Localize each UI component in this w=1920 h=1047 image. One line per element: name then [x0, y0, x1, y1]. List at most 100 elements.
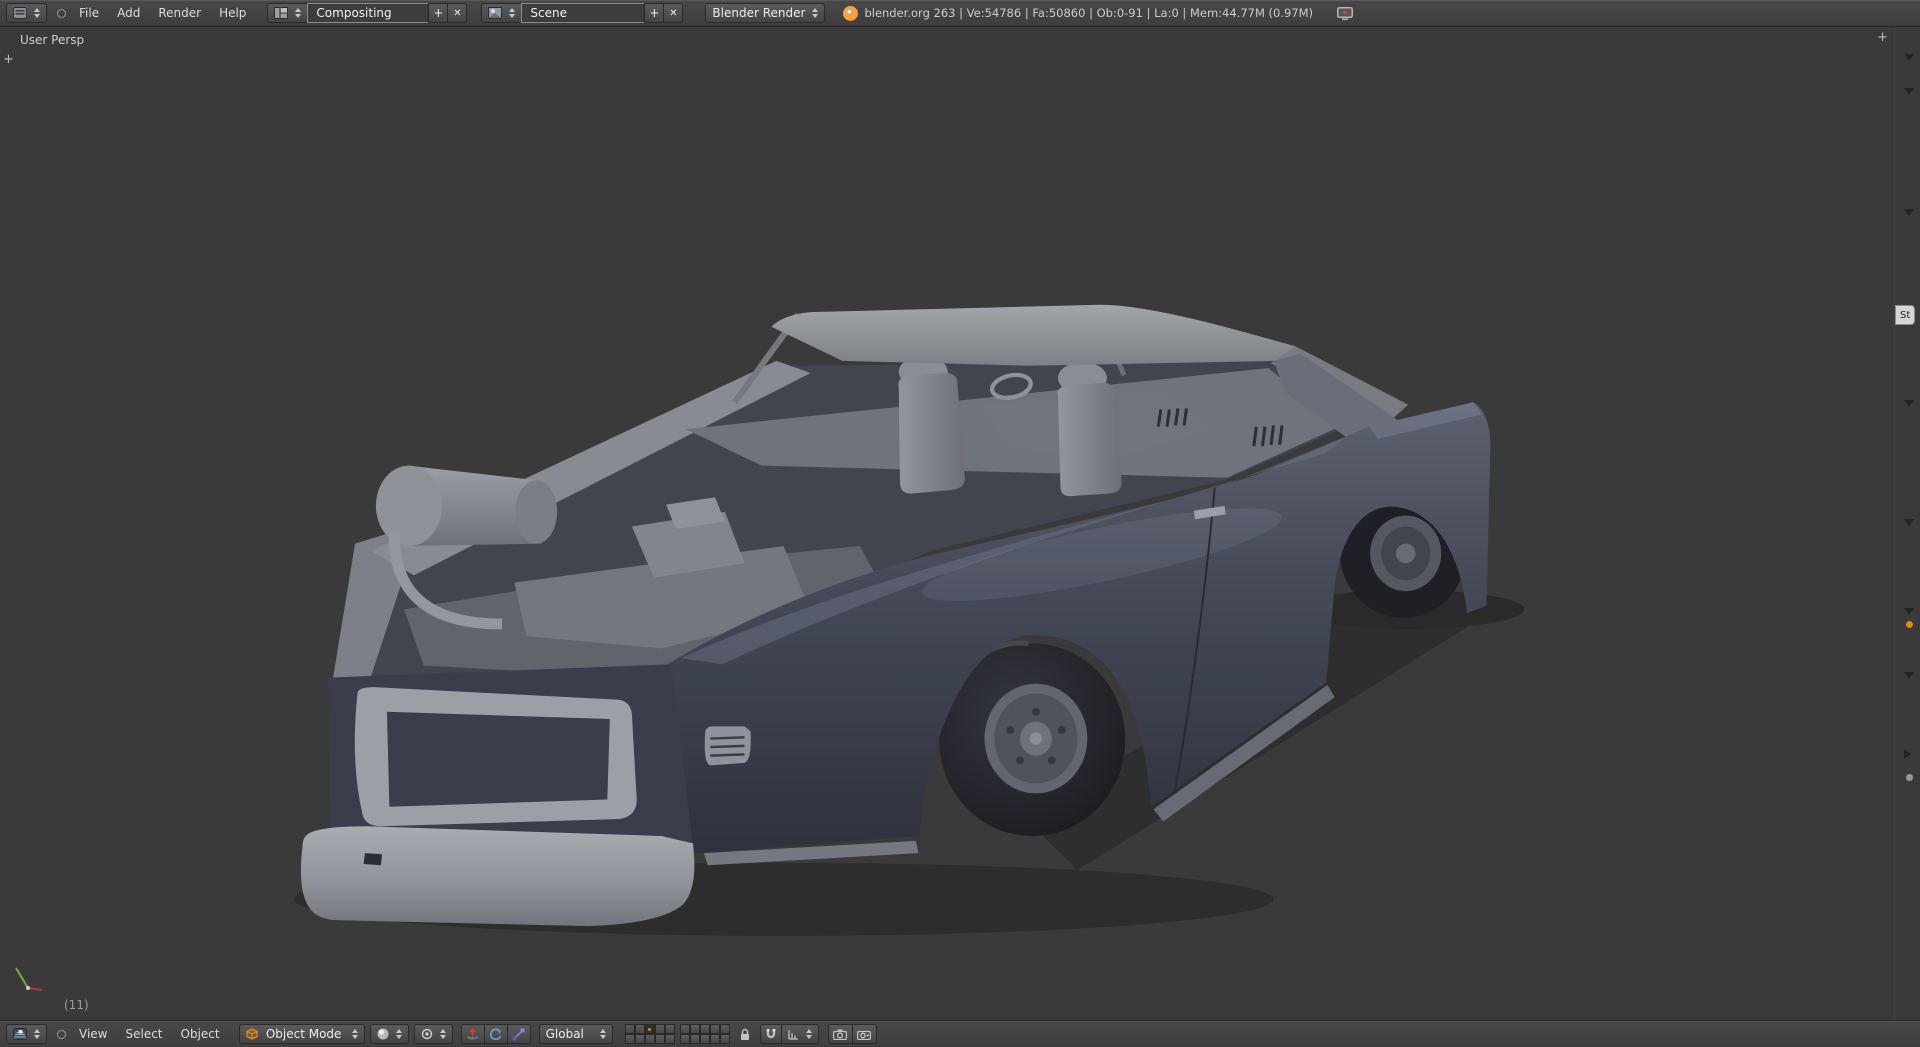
snap-element-dropdown[interactable]	[780, 1024, 819, 1044]
screen-layout-selector: Compositing + ✕	[267, 3, 468, 23]
pivot-point-dropdown[interactable]	[413, 1024, 453, 1044]
chevron-updown-icon	[34, 1029, 40, 1039]
layer-toggle-15[interactable]	[719, 1024, 730, 1034]
menu-help[interactable]: Help	[210, 0, 255, 26]
chevron-updown-icon	[395, 1029, 402, 1039]
scene-browse-button[interactable]	[481, 3, 523, 23]
keyframe-dot-icon	[1906, 621, 1913, 628]
status-stats-text: blender.org 263 | Ve:54786 | Fa:50860 | …	[864, 6, 1314, 20]
menu-object[interactable]: Object	[172, 1021, 229, 1047]
snap-toggle-button[interactable]	[759, 1024, 782, 1044]
layer-toggle-20[interactable]	[719, 1034, 730, 1044]
panel-collapse-arrow-icon[interactable]	[1904, 749, 1911, 759]
chevron-updown-icon	[439, 1029, 446, 1039]
panel-collapse-arrow-icon[interactable]	[1904, 608, 1914, 615]
3d-view-editor-icon	[13, 1028, 27, 1040]
screencast-icon[interactable]	[1337, 6, 1354, 20]
mode-dropdown[interactable]: Object Mode	[238, 1024, 365, 1044]
opengl-render-anim-button[interactable]	[851, 1024, 877, 1044]
chevron-updown-icon	[509, 8, 516, 18]
orientation-value: Global	[545, 1027, 584, 1041]
layer-toggle-2[interactable]	[634, 1024, 645, 1034]
manipulator-toggle-group	[460, 1024, 531, 1044]
scene-icon	[488, 7, 503, 19]
panel-collapse-arrow-icon[interactable]	[1904, 209, 1914, 216]
frame-count-label: (11)	[64, 998, 89, 1012]
close-scene-button[interactable]: ✕	[663, 3, 684, 23]
close-screen-button[interactable]: ✕	[447, 3, 468, 23]
rotate-manipulator-button[interactable]	[483, 1024, 508, 1044]
layer-toggle-14[interactable]	[709, 1024, 720, 1034]
snap-increment-icon	[787, 1029, 798, 1040]
chevron-updown-icon	[351, 1029, 358, 1039]
3d-view-header: View Select Object Object Mode Global	[0, 1020, 1920, 1047]
3d-viewport[interactable]: User Persp + + (11) St	[0, 27, 1920, 1020]
menu-view[interactable]: View	[70, 1021, 116, 1047]
layer-toggle-4[interactable]	[654, 1024, 665, 1034]
screen-layout-browse-button[interactable]	[267, 3, 309, 23]
scale-manipulator-button[interactable]	[506, 1024, 531, 1044]
chevron-updown-icon	[34, 8, 40, 18]
chevron-updown-icon	[295, 8, 302, 18]
view-name-label: User Persp	[20, 33, 85, 47]
collapsed-panel-tab[interactable]: St	[1895, 305, 1916, 325]
camera-icon	[833, 1029, 848, 1040]
menu-render[interactable]: Render	[149, 0, 210, 26]
menu-select[interactable]: Select	[116, 1021, 171, 1047]
panel-collapse-arrow-icon[interactable]	[1904, 400, 1914, 407]
car-model-render	[293, 304, 1525, 936]
viewport-shading-dropdown[interactable]	[369, 1024, 409, 1044]
layer-toggle-19[interactable]	[709, 1034, 720, 1044]
panel-dot-icon	[1906, 774, 1913, 781]
properties-expand-icon[interactable]: +	[1877, 31, 1888, 44]
lock-icon[interactable]	[739, 1028, 751, 1041]
panel-collapse-arrow-icon[interactable]	[1904, 88, 1914, 95]
opengl-render-buttons	[827, 1024, 877, 1044]
layer-toggle-9[interactable]	[654, 1034, 665, 1044]
panel-collapse-arrow-icon[interactable]	[1904, 672, 1914, 679]
layer-toggle-6[interactable]	[624, 1034, 635, 1044]
layer-toggle-7[interactable]	[634, 1034, 645, 1044]
layer-toggle-11[interactable]	[679, 1024, 690, 1034]
pivot-point-icon	[421, 1028, 433, 1040]
layer-toggle-3[interactable]	[644, 1024, 655, 1034]
snap-controls	[759, 1024, 819, 1044]
editor-type-button-info[interactable]	[6, 3, 47, 23]
layer-toggle-16[interactable]	[679, 1034, 690, 1044]
transform-orientation-dropdown[interactable]: Global	[538, 1024, 613, 1044]
layer-toggle-10[interactable]	[664, 1034, 675, 1044]
panel-collapse-arrow-icon[interactable]	[1904, 519, 1914, 526]
translate-manipulator-icon	[467, 1027, 479, 1040]
info-header: File Add Render Help Compositing + ✕ Sce…	[0, 0, 1920, 27]
object-mode-icon	[245, 1028, 258, 1040]
toolshelf-expand-icon[interactable]: +	[3, 53, 14, 66]
editor-type-button-3dview[interactable]	[6, 1024, 47, 1044]
layer-toggle-12[interactable]	[689, 1024, 700, 1034]
chevron-updown-icon	[599, 1029, 606, 1039]
translate-manipulator-button[interactable]	[460, 1024, 485, 1044]
scene-selector: Scene + ✕	[481, 3, 684, 23]
add-screen-button[interactable]: +	[428, 3, 449, 23]
panel-collapse-arrow-icon[interactable]	[1904, 54, 1914, 61]
car-rear-bumper	[300, 826, 695, 927]
screen-layout-icon	[274, 7, 289, 19]
layer-toggle-18[interactable]	[699, 1034, 710, 1044]
layer-toggle-17[interactable]	[689, 1034, 700, 1044]
header-collapse-toggle[interactable]	[57, 8, 66, 18]
render-engine-dropdown[interactable]: Blender Render	[705, 3, 826, 23]
opengl-render-still-button[interactable]	[827, 1024, 853, 1044]
rotate-manipulator-icon	[490, 1028, 502, 1040]
header-collapse-toggle[interactable]	[57, 1029, 66, 1039]
screen-layout-name-field[interactable]: Compositing	[307, 3, 430, 23]
layer-toggle-1[interactable]	[624, 1024, 635, 1034]
layer-toggle-8[interactable]	[644, 1034, 655, 1044]
layers-group-1	[624, 1024, 675, 1044]
menu-add[interactable]: Add	[108, 0, 149, 26]
layer-toggle-13[interactable]	[699, 1024, 710, 1034]
layers-group-2	[679, 1024, 730, 1044]
axis-mini-gizmo	[8, 958, 48, 998]
scene-name-field[interactable]: Scene	[521, 3, 646, 23]
menu-file[interactable]: File	[70, 0, 108, 26]
layer-toggle-5[interactable]	[664, 1024, 675, 1034]
add-scene-button[interactable]: +	[644, 3, 665, 23]
